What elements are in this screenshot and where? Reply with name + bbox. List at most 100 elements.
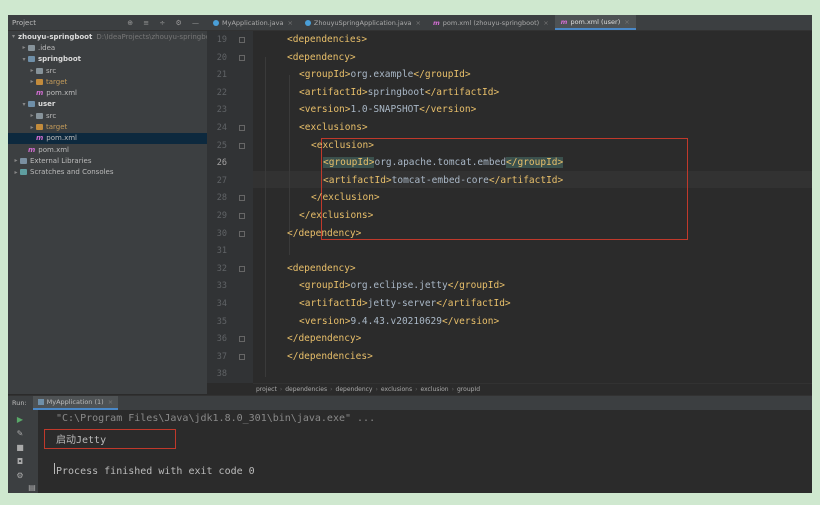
wrench-icon[interactable]: ✎	[16, 430, 24, 438]
close-icon[interactable]: ×	[543, 19, 548, 27]
chevron-right-icon[interactable]: ▸	[20, 44, 28, 51]
project-panel-title[interactable]: Project	[12, 19, 127, 27]
fold-marker-icon[interactable]	[239, 213, 245, 219]
xml-tag: <dependency>	[287, 51, 356, 63]
xml-tag: </version>	[442, 315, 500, 327]
line-number: 22	[216, 87, 227, 98]
module-icon	[28, 56, 35, 63]
fold-marker-icon[interactable]	[239, 142, 245, 149]
chevron-right-icon[interactable]: ▸	[28, 124, 36, 131]
line-number: 32	[216, 263, 227, 274]
print-icon[interactable]: ▤	[28, 484, 36, 492]
fold-marker-icon[interactable]	[239, 125, 245, 131]
line-number: 30	[216, 228, 227, 239]
breadcrumb-item[interactable]: dependencies	[285, 386, 327, 393]
line-number: 21	[216, 70, 227, 81]
rerun-icon[interactable]: ▶	[16, 416, 24, 424]
tree-item-label: .idea	[38, 43, 56, 52]
breadcrumb-item[interactable]: exclusion	[421, 386, 449, 393]
xml-tag: </version>	[419, 104, 477, 116]
fold-marker-icon[interactable]	[239, 54, 245, 61]
tree-item[interactable]: ▸ src	[8, 110, 207, 121]
run-tab[interactable]: MyApplication (1) ×	[32, 396, 119, 410]
xml-tag: </groupId>	[413, 69, 471, 81]
code-line: </exclusions>	[299, 210, 373, 221]
code-line: <exclusion>	[311, 140, 374, 151]
tree-item[interactable]: ▾ springboot	[8, 54, 207, 65]
close-icon[interactable]: ×	[416, 19, 421, 27]
xml-tag: </dependencies>	[287, 350, 373, 362]
line-number-gutter: 19 20 21 22 23 24 25 26 27 28 29 30 31 32 33 34 35 36 37 38	[207, 31, 253, 383]
stop-icon[interactable]: ■	[16, 444, 24, 452]
xml-text: org.eclipse.jetty	[350, 280, 448, 292]
editor-tabs: MyApplication.java × ZhouyuSpringApplicati…	[207, 15, 812, 31]
line-number: 23	[216, 105, 227, 116]
maven-icon: m	[36, 89, 44, 98]
tree-item[interactable]: ▸ External Libraries	[8, 155, 207, 166]
xml-text: springboot	[367, 86, 425, 98]
fold-marker-icon[interactable]	[239, 37, 245, 43]
line-number: 37	[216, 351, 227, 362]
line-number: 33	[216, 281, 227, 292]
fold-marker-icon[interactable]	[239, 195, 245, 202]
code-line: </dependency>	[287, 228, 361, 239]
line-number: 26	[216, 158, 227, 169]
tree-item[interactable]: ▸ Scratches and Consoles	[8, 167, 207, 178]
tree-item-label: Scratches and Consoles	[30, 168, 114, 177]
tree-item[interactable]: ▸ src	[8, 65, 207, 76]
xml-tag: </artifactId>	[488, 174, 564, 186]
chevron-right-icon[interactable]: ▸	[28, 78, 36, 85]
tree-item[interactable]: ▾ user	[8, 99, 207, 110]
line-number: 19	[216, 35, 227, 45]
tree-item[interactable]: ▾ zhouyu-springboot D:\IdeaProjects\zhouyu…	[8, 31, 210, 42]
editor-tab-label: MyApplication.java	[222, 18, 284, 27]
tree-item[interactable]: m pom.xml	[8, 132, 207, 144]
breadcrumb-item[interactable]: groupId	[457, 386, 480, 393]
settings-icon[interactable]: ⚙	[16, 472, 24, 480]
close-icon[interactable]: ×	[108, 398, 113, 406]
tree-item[interactable]: ▸ target	[8, 121, 207, 132]
tree-item[interactable]: ▸ .idea	[8, 42, 207, 53]
fold-marker-icon[interactable]	[239, 336, 245, 343]
editor-tab[interactable]: m pom.xml (user) ×	[554, 15, 636, 30]
run-console[interactable]: "C:\Program Files\Java\jdk1.8.0_301\bin\…	[38, 410, 812, 493]
breadcrumb-item[interactable]: exclusions	[381, 386, 412, 393]
project-toolbar-icons[interactable]: ⊕ ≡ ÷ ⚙ —	[127, 19, 207, 27]
fold-marker-icon[interactable]	[239, 265, 245, 272]
tree-item[interactable]: ▸ target	[8, 76, 207, 87]
indent-guide	[265, 57, 266, 377]
fold-marker-icon[interactable]	[239, 353, 245, 360]
code-line: <dependency>	[287, 52, 356, 63]
chevron-right-icon[interactable]: ▸	[12, 157, 20, 164]
code-line: <groupId>org.apache.tomcat.embed</groupI…	[323, 157, 564, 169]
chevron-down-icon[interactable]: ▾	[20, 101, 28, 108]
close-icon[interactable]: ×	[624, 18, 629, 26]
chevron-right-icon[interactable]: ▸	[28, 112, 36, 119]
line-number: 36	[216, 334, 227, 345]
close-icon[interactable]: ×	[287, 19, 292, 27]
xml-tag: <artifactId>	[323, 174, 392, 186]
editor-tab[interactable]: MyApplication.java ×	[207, 15, 299, 30]
project-path: D:\IdeaProjects\zhouyu-springbo	[96, 32, 210, 41]
folder-orange-icon	[36, 124, 43, 131]
editor-tab[interactable]: m pom.xml (zhouyu-springboot) ×	[427, 15, 555, 30]
breadcrumb-item[interactable]: project	[256, 386, 277, 393]
editor-tab[interactable]: ZhouyuSpringApplication.java ×	[299, 15, 427, 30]
chevron-right-icon[interactable]: ▸	[28, 67, 36, 74]
code-editor[interactable]: <dependencies> <dependency> <groupId>org.e…	[253, 31, 812, 383]
code-line: <dependency>	[287, 263, 356, 274]
code-line: <artifactId>springboot</artifactId>	[299, 87, 499, 98]
code-line: <dependencies>	[287, 34, 367, 45]
tree-item-label: target	[46, 77, 68, 86]
chevron-down-icon[interactable]: ▾	[20, 56, 28, 63]
console-caret	[54, 463, 55, 474]
camera-icon[interactable]: ◘	[16, 458, 24, 466]
tree-item[interactable]: m pom.xml	[8, 144, 207, 155]
chevron-right-icon[interactable]: ▸	[12, 169, 20, 176]
xml-tag: </dependency>	[287, 333, 362, 345]
tree-item[interactable]: m pom.xml	[8, 87, 207, 98]
breadcrumb-item[interactable]: dependency	[336, 386, 373, 393]
chevron-down-icon[interactable]: ▾	[12, 33, 15, 40]
xml-text: 1.0-SNAPSHOT	[350, 104, 420, 116]
fold-marker-icon[interactable]	[239, 230, 245, 237]
